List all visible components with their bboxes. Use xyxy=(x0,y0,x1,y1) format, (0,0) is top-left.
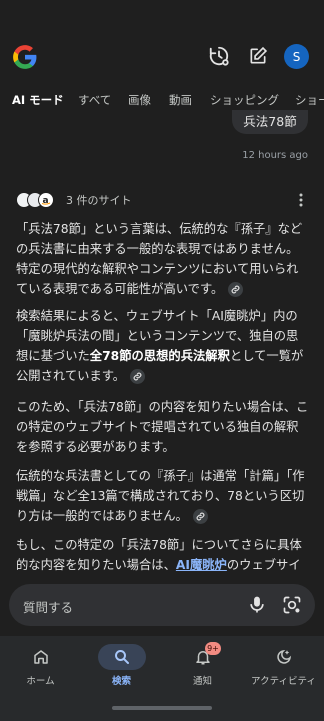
ask-input-bar[interactable]: 質問する xyxy=(9,584,315,626)
answer-text: 伝統的な兵法書としての『孫子』は通常「計篇」「作戦篇」など全13篇で構成されてお… xyxy=(16,469,305,523)
answer-paragraph-3: このため、「兵法78節」の内容を知りたい場合は、この特定のウェブサイトで提唱され… xyxy=(16,397,310,457)
tab-videos[interactable]: 動画 xyxy=(169,92,192,108)
link-icon[interactable] xyxy=(228,282,244,297)
answer-text: 「兵法78節」という言葉は、伝統的な『孫子』などの兵法書に由来する一般的な表現で… xyxy=(16,222,303,296)
nav-home[interactable]: ホーム xyxy=(0,636,81,706)
microphone-icon[interactable] xyxy=(247,595,267,615)
google-lens-icon[interactable] xyxy=(282,595,302,615)
sources-row[interactable]: a 3 件のサイト xyxy=(16,191,132,209)
home-indicator xyxy=(112,706,212,710)
ask-input[interactable]: 質問する xyxy=(23,597,73,616)
query-timestamp: 12 hours ago xyxy=(242,150,308,161)
nav-activity[interactable]: アクティビティ xyxy=(243,636,324,706)
nav-search[interactable]: 検索 xyxy=(81,636,162,706)
tab-ai-mode[interactable]: AI モード xyxy=(12,92,64,108)
answer-paragraph-1: 「兵法78節」という言葉は、伝統的な『孫子』などの兵法書に由来する一般的な表現で… xyxy=(16,219,310,299)
activity-icon xyxy=(260,644,308,670)
source-link[interactable]: AI魔眺炉 xyxy=(176,558,227,572)
answer-paragraph-2: 検索結果によると、ウェブサイト「AI魔眺炉」内の「魔眺炉兵法の間」というコンテン… xyxy=(16,306,310,386)
answer-bold-text: 全78節の思想的兵法解釈 xyxy=(89,349,230,363)
tab-shorts[interactable]: ショー xyxy=(295,92,324,108)
query-bubble: 兵法78節 xyxy=(232,110,308,134)
nav-label: 検索 xyxy=(111,676,131,687)
nav-label: ホーム xyxy=(26,676,55,687)
home-icon xyxy=(17,644,65,670)
link-icon[interactable] xyxy=(130,369,146,384)
tab-shopping[interactable]: ショッピング xyxy=(210,92,279,108)
query-text: 兵法78節 xyxy=(243,114,297,129)
link-icon[interactable] xyxy=(192,509,208,524)
source-favicons: a xyxy=(16,191,62,209)
history-icon[interactable] xyxy=(207,44,231,68)
answer-paragraph-5: もし、この特定の「兵法78節」についてさらに具体的な内容を知りたい場合は、AI魔… xyxy=(16,535,310,575)
search-icon xyxy=(97,644,146,670)
amazon-icon: a xyxy=(38,192,54,208)
more-options-icon[interactable] xyxy=(293,191,309,209)
tab-all[interactable]: すべて xyxy=(78,92,111,108)
answer-text: このため、「兵法78節」の内容を知りたい場合は、この特定のウェブサイトで提唱され… xyxy=(16,400,309,454)
avatar[interactable]: S xyxy=(284,44,309,69)
nav-notifications[interactable]: 9+ 通知 xyxy=(162,636,243,706)
tab-images[interactable]: 画像 xyxy=(128,92,151,108)
answer-text: のウェブサイ xyxy=(226,558,301,572)
answer-paragraph-4: 伝統的な兵法書としての『孫子』は通常「計篇」「作戦篇」など全13篇で構成されてお… xyxy=(16,466,310,526)
notification-badge: 9+ xyxy=(205,642,221,655)
nav-label: 通知 xyxy=(192,676,212,687)
sources-label: 3 件のサイト xyxy=(66,194,132,207)
new-chat-icon[interactable] xyxy=(246,44,270,68)
google-logo xyxy=(13,45,37,69)
nav-label: アクティビティ xyxy=(251,676,316,687)
